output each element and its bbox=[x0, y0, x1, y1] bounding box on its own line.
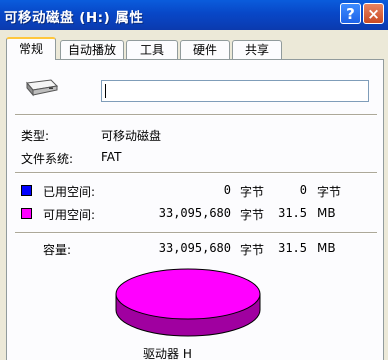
tab-strip: 常规 自动播放 工具 硬件 共享 bbox=[6, 36, 386, 60]
used-space-size-unit: 字节 bbox=[317, 185, 342, 199]
filesystem-label: 文件系统: bbox=[21, 152, 74, 166]
used-space-swatch bbox=[21, 185, 32, 196]
free-space-bytes-unit: 字节 bbox=[240, 208, 265, 222]
capacity-bytes-unit: 字节 bbox=[240, 243, 265, 257]
filesystem-value: FAT bbox=[101, 150, 122, 164]
tab-hardware[interactable]: 硬件 bbox=[180, 40, 230, 59]
separator bbox=[15, 172, 377, 174]
capacity-label: 容量: bbox=[43, 243, 72, 257]
tab-general[interactable]: 常规 bbox=[6, 37, 56, 60]
free-space-size: 31.5 bbox=[278, 206, 307, 220]
free-space-label: 可用空间: bbox=[43, 208, 96, 222]
free-space-size-unit: MB bbox=[317, 206, 336, 220]
capacity-size-unit: MB bbox=[317, 241, 336, 255]
separator bbox=[15, 232, 377, 234]
type-label: 类型: bbox=[21, 129, 50, 143]
free-space-bytes: 33,095,680 bbox=[158, 206, 231, 220]
capacity-bytes: 33,095,680 bbox=[158, 241, 231, 255]
used-space-size: 0 bbox=[299, 183, 307, 197]
title-bar[interactable]: 可移动磁盘 (H:) 属性 ? × bbox=[0, 0, 388, 30]
drive-name-input[interactable] bbox=[101, 80, 369, 102]
text-caret bbox=[105, 84, 106, 98]
used-space-label: 已用空间: bbox=[43, 185, 96, 199]
separator bbox=[15, 114, 377, 116]
tab-tools[interactable]: 工具 bbox=[126, 40, 178, 59]
usage-pie-chart bbox=[115, 268, 261, 337]
tab-sharing[interactable]: 共享 bbox=[232, 40, 282, 59]
general-panel: 类型: 可移动磁盘 文件系统: FAT 已用空间: 0 字节 0 字节 可用空间… bbox=[6, 59, 384, 360]
used-space-bytes-unit: 字节 bbox=[240, 185, 265, 199]
free-space-swatch bbox=[21, 208, 32, 219]
used-space-bytes: 0 bbox=[223, 183, 231, 197]
removable-drive-icon bbox=[26, 79, 59, 97]
pie-drive-label: 驱动器 H bbox=[143, 347, 192, 360]
type-value: 可移动磁盘 bbox=[101, 129, 162, 143]
help-button[interactable]: ? bbox=[340, 3, 361, 24]
window-title: 可移动磁盘 (H:) 属性 bbox=[4, 10, 144, 26]
pie-top-free bbox=[115, 268, 261, 320]
properties-window: 可移动磁盘 (H:) 属性 ? × 常规 自动播放 工具 硬件 共享 类型: 可… bbox=[0, 0, 388, 360]
tab-autoplay[interactable]: 自动播放 bbox=[60, 40, 124, 59]
close-button[interactable]: × bbox=[363, 3, 384, 24]
capacity-size: 31.5 bbox=[278, 241, 307, 255]
